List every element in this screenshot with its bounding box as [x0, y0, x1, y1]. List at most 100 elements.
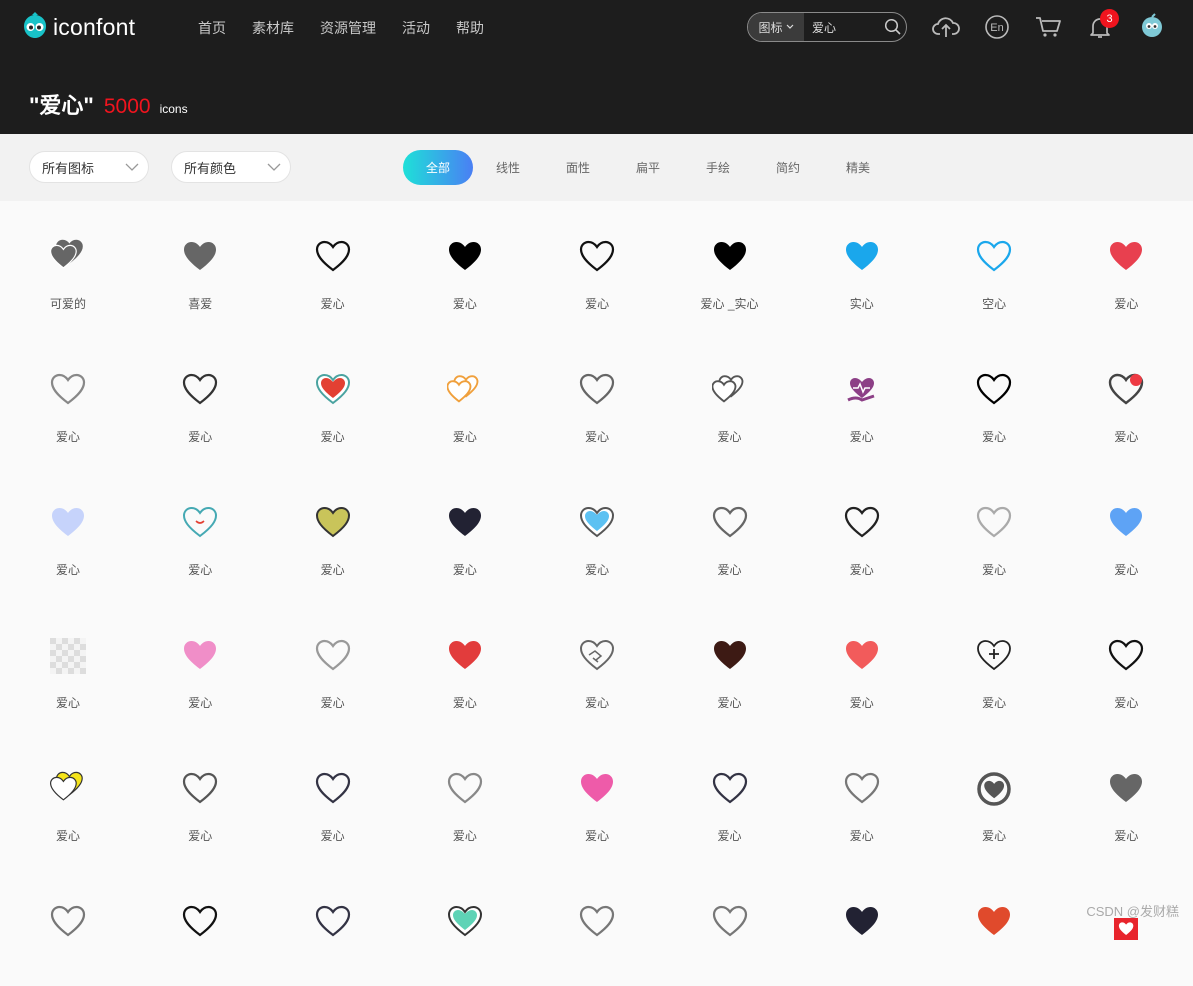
icon-card[interactable]: 爱心: [1060, 733, 1192, 853]
search-input[interactable]: [804, 13, 880, 41]
icon-card[interactable]: 爱心: [1060, 334, 1192, 454]
icon-card[interactable]: 爱心: [399, 334, 531, 454]
tab-simple[interactable]: 简约: [753, 150, 823, 185]
tab-fill[interactable]: 面性: [543, 150, 613, 185]
icon-card[interactable]: 实心: [796, 201, 928, 321]
search-button[interactable]: [880, 13, 906, 41]
icon-card[interactable]: 爱心: [928, 600, 1060, 720]
icon-card[interactable]: 空心: [928, 201, 1060, 321]
icon-card[interactable]: [1060, 866, 1192, 986]
style-tabs: 全部 线性 面性 扁平 手绘 简约 精美: [403, 150, 893, 185]
language-button[interactable]: En: [983, 13, 1011, 41]
nav-library[interactable]: 素材库: [252, 18, 294, 38]
icon-card[interactable]: 爱心: [267, 467, 399, 587]
heart-icon: [447, 905, 482, 937]
icon-card[interactable]: 爱心: [1060, 201, 1192, 321]
heart-icon: [978, 907, 1011, 935]
icon-card[interactable]: 爱心: [134, 733, 266, 853]
color-select[interactable]: 所有颜色: [171, 151, 291, 183]
icon-card[interactable]: 爱心: [399, 733, 531, 853]
nav-resources[interactable]: 资源管理: [320, 18, 376, 38]
watermark: CSDN @发财糕: [1086, 904, 1179, 919]
icon-card[interactable]: 爱心: [267, 733, 399, 853]
icon-card[interactable]: 爱心: [267, 201, 399, 321]
tab-hand-drawn[interactable]: 手绘: [683, 150, 753, 185]
icon-label: 爱心: [188, 430, 213, 444]
icon-card[interactable]: [2, 866, 134, 986]
icon-card[interactable]: 爱心: [928, 334, 1060, 454]
icon-card[interactable]: [134, 866, 266, 986]
icon-card[interactable]: [531, 866, 663, 986]
icon-card[interactable]: 爱心: [796, 334, 928, 454]
icon-card[interactable]: 爱心: [2, 467, 134, 587]
cart-button[interactable]: [1034, 13, 1062, 41]
iconfont-logo[interactable]: iconfont: [20, 10, 135, 44]
tab-all[interactable]: 全部: [403, 150, 473, 185]
icon-card[interactable]: 爱心: [399, 467, 531, 587]
avatar[interactable]: [1138, 13, 1166, 41]
icon-card[interactable]: 爱心: [267, 334, 399, 454]
icon-card[interactable]: 爱心: [664, 600, 796, 720]
tab-flat[interactable]: 扁平: [613, 150, 683, 185]
icon-card[interactable]: 爱心: [928, 467, 1060, 587]
icon-card[interactable]: [664, 866, 796, 986]
icon-card[interactable]: 爱心: [1060, 467, 1192, 587]
icon-label: 爱心: [55, 563, 80, 577]
icon-card[interactable]: 爱心: [531, 334, 663, 454]
icon-card[interactable]: 爱心: [796, 733, 928, 853]
result-unit: icons: [159, 102, 188, 116]
icon-label: 爱心 _实心: [700, 297, 759, 311]
icon-card[interactable]: 爱心: [399, 600, 531, 720]
heart-icon: [844, 772, 879, 804]
icon-card[interactable]: 爱心: [531, 600, 663, 720]
heart-icon: [448, 508, 481, 536]
icon-card[interactable]: [928, 866, 1060, 986]
heart-icon: [713, 641, 746, 669]
tab-exquisite[interactable]: 精美: [823, 150, 893, 185]
nav-help[interactable]: 帮助: [456, 18, 484, 38]
icon-card[interactable]: 爱心: [796, 600, 928, 720]
heart-icon: [713, 242, 746, 270]
icon-label: 爱心: [585, 430, 610, 444]
icon-card[interactable]: 爱心: [664, 467, 796, 587]
heart-icon: [184, 242, 217, 270]
heart-icon: [1109, 373, 1144, 405]
tab-line[interactable]: 线性: [473, 150, 543, 185]
icon-card[interactable]: 爱心: [399, 201, 531, 321]
icon-card[interactable]: 爱心: [2, 733, 134, 853]
upload-button[interactable]: [932, 13, 960, 41]
icon-label: 爱心: [320, 829, 345, 843]
nav-activities[interactable]: 活动: [402, 18, 430, 38]
icon-card[interactable]: 爱心: [531, 201, 663, 321]
icon-card[interactable]: 爱心: [796, 467, 928, 587]
icon-card[interactable]: 喜爱: [134, 201, 266, 321]
icon-card[interactable]: [267, 866, 399, 986]
icon-card[interactable]: 爱心: [531, 467, 663, 587]
icon-label: 爱心: [849, 430, 874, 444]
icon-card[interactable]: 爱心: [928, 733, 1060, 853]
icon-card[interactable]: 爱心: [134, 467, 266, 587]
icon-card[interactable]: 爱心: [2, 600, 134, 720]
icon-card[interactable]: 可爱的: [2, 201, 134, 321]
icon-card[interactable]: 爱心: [1060, 600, 1192, 720]
icon-card[interactable]: 爱心 _实心: [664, 201, 796, 321]
heart-icon: [581, 774, 614, 802]
search-type-select[interactable]: 图标: [748, 13, 804, 41]
icon-card[interactable]: 爱心: [664, 334, 796, 454]
heart-icon: [183, 506, 218, 538]
icon-card[interactable]: 爱心: [134, 600, 266, 720]
icon-card[interactable]: 爱心: [267, 600, 399, 720]
heart-icon: [711, 375, 743, 403]
icon-card[interactable]: 爱心: [531, 733, 663, 853]
icon-label: 爱心: [585, 297, 610, 311]
icon-label: 爱心: [1114, 563, 1139, 577]
icon-type-select[interactable]: 所有图标: [29, 151, 149, 183]
icon-card[interactable]: 爱心: [664, 733, 796, 853]
icon-card[interactable]: [399, 866, 531, 986]
icon-label: 爱心: [452, 563, 477, 577]
nav-home[interactable]: 首页: [198, 18, 226, 38]
icon-card[interactable]: 爱心: [2, 334, 134, 454]
heart-icon: [315, 639, 350, 671]
icon-card[interactable]: [796, 866, 928, 986]
icon-card[interactable]: 爱心: [134, 334, 266, 454]
